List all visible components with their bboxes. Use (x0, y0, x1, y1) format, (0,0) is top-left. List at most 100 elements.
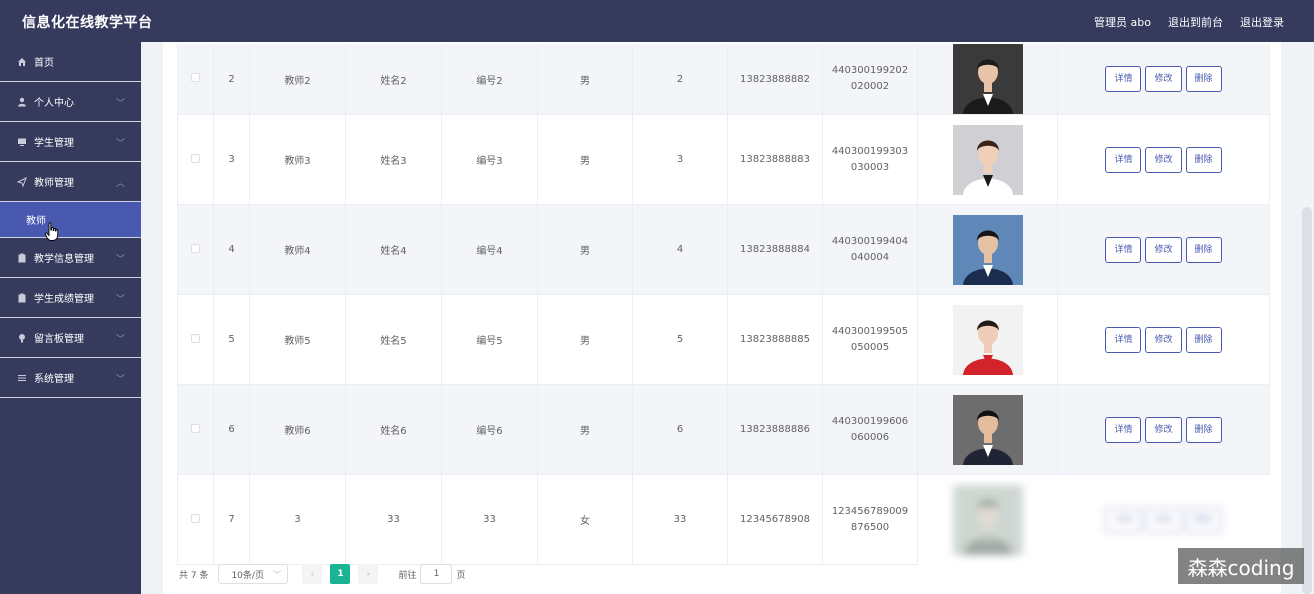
sidebar-item-label: 学生成绩管理 (34, 294, 94, 305)
teacher-id-number: 440300199606060006 (831, 415, 909, 443)
scrollbar-thumb[interactable] (1302, 207, 1312, 594)
detail-button[interactable]: 详情 (1105, 506, 1142, 533)
table-cell (177, 294, 214, 385)
teacher-phone: 13823888886 (740, 424, 810, 435)
sidebar-item-profile[interactable]: 个人中心 ﹀ (0, 82, 141, 122)
sidebar-item-label: 学生管理 (34, 138, 74, 149)
teacher-gender: 男 (580, 336, 590, 347)
detail-button[interactable]: 详情 (1105, 326, 1142, 353)
row-checkbox[interactable] (191, 513, 200, 523)
edit-button[interactable]: 修改 (1145, 66, 1182, 92)
detail-button[interactable]: 详情 (1105, 236, 1142, 263)
teacher-age: 4 (676, 244, 684, 255)
delete-button[interactable]: 删除 (1185, 66, 1222, 92)
edit-button[interactable]: 修改 (1145, 236, 1182, 263)
table-cell: 姓名2 (345, 44, 442, 115)
sidebar-item-teachers[interactable]: 教师管理 ︿ (0, 162, 141, 202)
detail-button[interactable]: 详情 (1105, 146, 1142, 173)
watermark: 森森coding (1178, 548, 1304, 584)
row-checkbox[interactable] (191, 153, 200, 163)
table-cell: 女 (537, 474, 633, 565)
table-cell (917, 44, 1058, 115)
table-cell: 13823888882 (727, 44, 823, 115)
page-number-current[interactable]: 1 (330, 564, 351, 584)
teacher-age: 5 (676, 334, 684, 345)
table-cell: 13823888885 (727, 294, 823, 385)
teacher-account: 教师3 (284, 156, 311, 167)
table-cell: 姓名3 (345, 114, 442, 205)
page-size-value: 10条/页 (231, 570, 264, 581)
teacher-photo (952, 124, 1023, 195)
chevron-down-icon: ﹀ (115, 139, 125, 149)
table-cell: 123456789009876500 (822, 474, 918, 565)
teacher-id-number: 440300199404040004 (831, 235, 909, 263)
sidebar-subitem-teacher[interactable]: 教师 (0, 202, 141, 241)
edit-button[interactable]: 修改 (1145, 326, 1182, 353)
delete-button[interactable]: 删除 (1185, 506, 1222, 533)
table-cell: 详情 修改 删除 (1057, 114, 1270, 205)
table-cell: 440300199303030003 (822, 114, 918, 205)
table-cell: 5 (632, 294, 728, 385)
sidebar-item-teaching-info[interactable]: 教学信息管理 ﹀ (0, 238, 141, 278)
sidebar-item-students[interactable]: 学生管理 ﹀ (0, 122, 141, 162)
teacher-gender: 男 (580, 246, 590, 257)
edit-button[interactable]: 修改 (1145, 506, 1182, 533)
teacher-name: 姓名4 (380, 246, 407, 257)
chevron-down-icon: ﹀ (115, 335, 125, 345)
edit-button[interactable]: 修改 (1145, 416, 1182, 443)
back-to-frontend-link[interactable]: 退出到前台 (1168, 14, 1223, 30)
row-checkbox[interactable] (191, 423, 200, 433)
goto-page-input[interactable]: 1 (420, 564, 453, 584)
logout-link[interactable]: 退出登录 (1240, 14, 1284, 30)
detail-button[interactable]: 详情 (1105, 66, 1142, 92)
teacher-id-number: 440300199303030003 (831, 145, 909, 173)
sidebar-item-scores[interactable]: 学生成绩管理 ﹀ (0, 278, 141, 318)
teacher-number: 编号2 (476, 75, 503, 87)
table-cell (917, 474, 1058, 565)
delete-button[interactable]: 删除 (1185, 416, 1222, 443)
edit-button[interactable]: 修改 (1145, 146, 1182, 173)
sidebar-item-system[interactable]: 系统管理 ﹀ (0, 358, 141, 398)
detail-button[interactable]: 详情 (1105, 416, 1142, 443)
teacher-name: 33 (387, 514, 400, 525)
teacher-number: 编号6 (476, 426, 503, 437)
delete-button[interactable]: 删除 (1185, 236, 1222, 263)
goto-label: 前往 (398, 570, 417, 581)
table-cell: 教师3 (249, 114, 346, 205)
teacher-gender: 男 (580, 156, 590, 167)
table-cell (177, 44, 214, 115)
admin-user-label: 管理员 abo (1094, 16, 1151, 29)
sidebar-item-messages[interactable]: 留言板管理 ﹀ (0, 318, 141, 358)
bulb-icon (16, 332, 28, 344)
page-size-select[interactable]: 10条/页 ﹀ (218, 564, 289, 584)
table-cell: 12345678908 (727, 474, 823, 565)
teacher-age: 2 (676, 73, 684, 85)
row-checkbox[interactable] (191, 243, 200, 253)
teacher-number: 编号4 (476, 246, 503, 257)
teacher-phone: 13823888885 (740, 334, 810, 345)
delete-button[interactable]: 删除 (1185, 326, 1222, 353)
table-cell: 440300199404040004 (822, 204, 918, 295)
next-page-button[interactable]: › (358, 564, 379, 584)
table-cell: 3 (213, 114, 250, 205)
prev-page-button[interactable]: ‹ (302, 564, 323, 584)
row-checkbox[interactable] (191, 73, 200, 82)
table-cell: 33 (345, 474, 442, 565)
home-icon (16, 56, 28, 68)
teacher-phone: 13823888884 (740, 244, 810, 255)
delete-button[interactable]: 删除 (1185, 146, 1222, 173)
teacher-age: 3 (676, 154, 684, 165)
sidebar-item-home[interactable]: 首页 (0, 42, 141, 82)
vertical-scrollbar[interactable] (1300, 42, 1314, 594)
chevron-up-icon: ︿ (115, 179, 125, 189)
table-cell (177, 474, 214, 565)
table-cell: 440300199606060006 (822, 384, 918, 475)
row-checkbox[interactable] (191, 333, 200, 343)
table-cell: 教师5 (249, 294, 346, 385)
table-cell: 2 (213, 44, 250, 115)
row-index: 4 (228, 244, 235, 255)
header-actions: 管理员 abo 退出到前台 退出登录 (1094, 14, 1284, 30)
row-actions: 详情 修改 删除 (1058, 416, 1269, 443)
send-icon (16, 176, 28, 188)
table-cell: 男 (537, 44, 633, 115)
